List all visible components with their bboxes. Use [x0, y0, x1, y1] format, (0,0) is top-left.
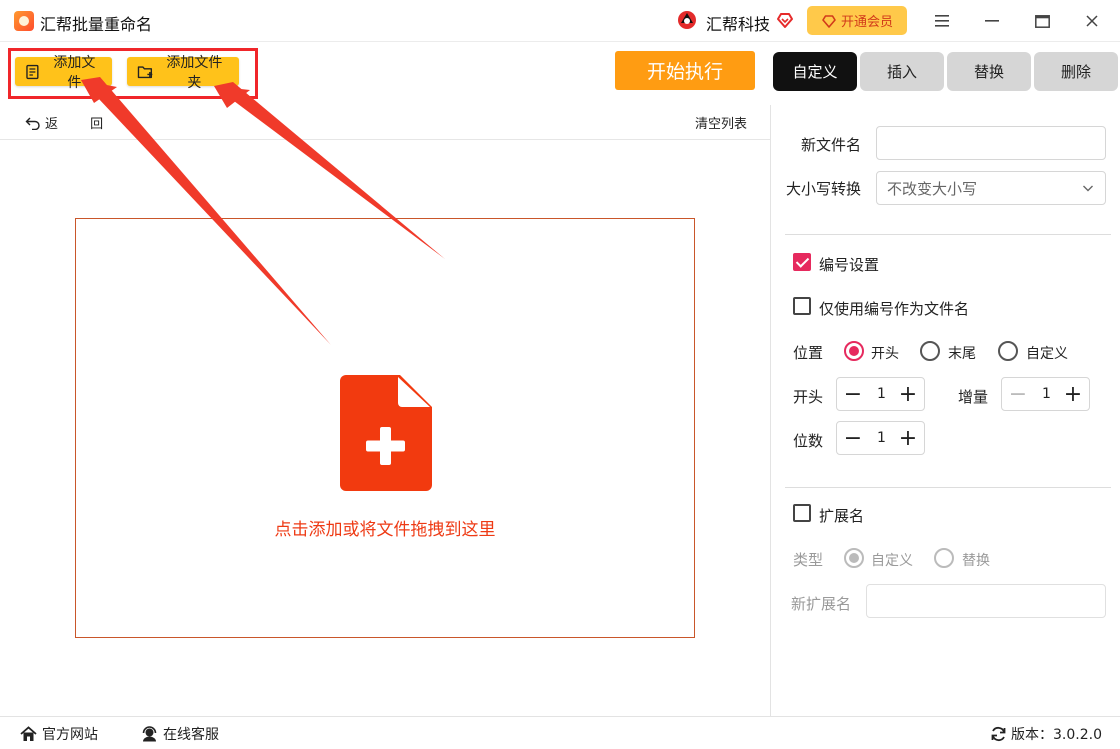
digits-label: 位数: [793, 432, 824, 450]
add-file-large-icon: [340, 375, 432, 491]
type-option-custom: 自定义: [871, 553, 913, 569]
clear-list-button[interactable]: 清空列表: [695, 113, 747, 132]
tab-replace[interactable]: 替换: [947, 52, 1031, 91]
extension-label: 扩展名: [819, 507, 865, 525]
type-radio-custom[interactable]: [844, 548, 864, 568]
numbering-label: 编号设置: [819, 256, 880, 274]
increment-label: 增量: [958, 388, 989, 406]
online-support-link[interactable]: 在线客服: [141, 724, 219, 744]
section-divider: [785, 234, 1111, 235]
add-file-label: 添加文件: [53, 53, 96, 90]
start-number-value: 1: [877, 386, 886, 402]
app-logo: [14, 11, 34, 31]
list-divider: [0, 139, 770, 140]
vip-button-label: 开通会员: [840, 14, 893, 29]
title-bar: 汇帮批量重命名 汇帮科技 开通会员: [0, 0, 1120, 42]
type-label: 类型: [793, 551, 824, 569]
tab-insert[interactable]: 插入: [860, 52, 944, 91]
maximize-icon: [1034, 14, 1050, 28]
digits-stepper[interactable]: − 1 +: [836, 421, 925, 455]
version-info: 版本：3.0.2.0: [990, 724, 1102, 744]
vip-button[interactable]: 开通会员: [807, 6, 907, 35]
add-folder-icon: [137, 65, 153, 78]
close-icon: [1086, 15, 1098, 27]
heart-diamond-icon: [777, 13, 793, 28]
drop-hint-text: 点击添加或将文件拖拽到这里: [274, 520, 496, 540]
new-name-input[interactable]: [876, 126, 1106, 160]
extension-checkbox[interactable]: [793, 504, 811, 522]
add-file-button[interactable]: 添加文件: [15, 54, 112, 90]
tab-custom[interactable]: 自定义: [773, 52, 857, 91]
add-file-icon: [26, 64, 39, 79]
customer-service-icon: [142, 726, 157, 742]
minimize-icon: [985, 20, 999, 22]
increment-increment-button[interactable]: +: [1059, 378, 1087, 410]
position-option-end: 末尾: [948, 346, 976, 362]
start-increment-button[interactable]: +: [894, 378, 922, 410]
maximize-button[interactable]: [1024, 6, 1060, 36]
case-convert-value: 不改变大小写: [887, 179, 978, 198]
back-arrow-icon: [25, 117, 40, 130]
app-title: 汇帮批量重命名: [40, 15, 153, 34]
numbering-checkbox[interactable]: [793, 253, 811, 271]
position-option-custom: 自定义: [1026, 346, 1068, 362]
start-number-label: 开头: [793, 388, 824, 406]
case-convert-select[interactable]: 不改变大小写: [876, 171, 1106, 205]
start-execute-button[interactable]: 开始执行: [615, 51, 755, 90]
position-label: 位置: [793, 344, 824, 362]
official-website-link[interactable]: 官方网站: [20, 724, 98, 744]
position-radio-end[interactable]: [920, 341, 940, 361]
add-folder-button[interactable]: 添加文件夹: [127, 54, 239, 90]
close-button[interactable]: [1074, 6, 1110, 36]
menu-button[interactable]: [924, 6, 960, 36]
status-bar: 官方网站 在线客服 版本：3.0.2.0: [0, 716, 1120, 749]
home-icon: [20, 726, 37, 741]
position-radio-start[interactable]: [844, 341, 864, 361]
digits-decrement-button[interactable]: −: [839, 422, 867, 454]
vip-heart-icon: [822, 14, 836, 28]
digits-increment-button[interactable]: +: [894, 422, 922, 454]
hamburger-icon: [935, 15, 949, 27]
settings-panel: 新文件名 大小写转换 不改变大小写 编号设置 仅使用编号作为文件名 位置 开头 …: [770, 105, 1120, 716]
official-website-label: 官方网站: [42, 727, 98, 743]
position-option-start: 开头: [871, 346, 899, 362]
back-label: 返 回: [45, 117, 118, 132]
case-convert-label: 大小写转换: [786, 180, 862, 198]
brand-logo-icon: [678, 11, 696, 29]
version-label: 版本：3.0.2.0: [1011, 727, 1102, 743]
back-button[interactable]: 返 回: [25, 113, 117, 132]
tab-delete[interactable]: 删除: [1034, 52, 1118, 91]
start-decrement-button[interactable]: −: [839, 378, 867, 410]
increment-decrement-button[interactable]: −: [1004, 378, 1032, 410]
section-divider: [785, 487, 1111, 488]
add-folder-label: 添加文件夹: [166, 53, 223, 90]
increment-value: 1: [1042, 386, 1051, 402]
file-drop-zone[interactable]: 点击添加或将文件拖拽到这里: [75, 218, 695, 638]
new-extension-label: 新扩展名: [791, 595, 852, 613]
only-number-label: 仅使用编号作为文件名: [819, 300, 970, 318]
refresh-icon: [991, 726, 1006, 742]
type-option-replace: 替换: [962, 553, 990, 569]
digits-value: 1: [877, 430, 886, 446]
new-name-label: 新文件名: [801, 136, 862, 154]
online-support-label: 在线客服: [163, 727, 219, 743]
increment-stepper[interactable]: − 1 +: [1001, 377, 1090, 411]
new-extension-input[interactable]: [866, 584, 1106, 618]
chevron-down-icon: [1083, 185, 1093, 192]
minimize-button[interactable]: [974, 6, 1010, 36]
position-radio-custom[interactable]: [998, 341, 1018, 361]
only-number-checkbox[interactable]: [793, 297, 811, 315]
type-radio-replace[interactable]: [934, 548, 954, 568]
start-number-stepper[interactable]: − 1 +: [836, 377, 925, 411]
brand-name: 汇帮科技: [706, 15, 771, 34]
